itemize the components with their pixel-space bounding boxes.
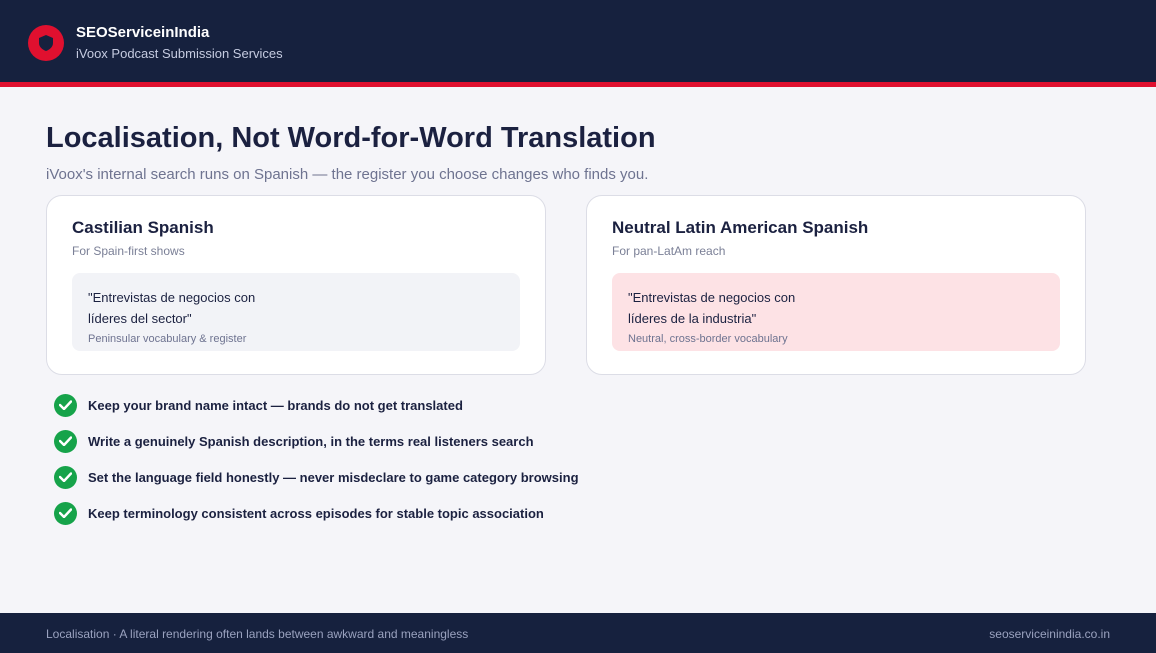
- checklist-item: Keep your brand name intact — brands do …: [54, 393, 579, 417]
- card-title: Castilian Spanish: [72, 218, 214, 237]
- shield-icon: [39, 35, 53, 51]
- example-box: "Entrevistas de negocios con líderes de …: [612, 273, 1060, 351]
- brand-logo[interactable]: [28, 25, 64, 61]
- brand-subtitle: iVoox Podcast Submission Services: [76, 46, 283, 61]
- checklist-item: Set the language field honestly — never …: [54, 465, 579, 489]
- example-quote: "Entrevistas de negocios con líderes de …: [628, 290, 796, 326]
- checklist: Keep your brand name intact — brands do …: [54, 393, 579, 537]
- card-castilian-spanish: Castilian Spanish For Spain-first shows …: [46, 195, 546, 375]
- checklist-item: Write a genuinely Spanish description, i…: [54, 429, 579, 453]
- brand-name: SEOServiceinIndia: [76, 24, 210, 41]
- card-neutral-latam-spanish: Neutral Latin American Spanish For pan-L…: [586, 195, 1086, 375]
- checklist-text: Keep your brand name intact — brands do …: [88, 397, 463, 413]
- checklist-text: Set the language field honestly — never …: [88, 469, 579, 485]
- footer-website-link[interactable]: seoserviceinindia.co.in: [989, 627, 1110, 641]
- example-box: "Entrevistas de negocios con líderes del…: [72, 273, 520, 351]
- card-subtitle: For pan-LatAm reach: [612, 244, 726, 258]
- card-subtitle: For Spain-first shows: [72, 244, 185, 258]
- example-note: Neutral, cross-border vocabulary: [628, 333, 788, 345]
- checklist-text: Write a genuinely Spanish description, i…: [88, 433, 534, 449]
- example-note: Peninsular vocabulary & register: [88, 333, 247, 345]
- check-circle-icon: [54, 429, 77, 453]
- example-quote: "Entrevistas de negocios con líderes del…: [88, 290, 256, 326]
- card-title: Neutral Latin American Spanish: [612, 218, 869, 237]
- header-bar: SEOServiceinIndia iVoox Podcast Submissi…: [0, 0, 1156, 87]
- check-circle-icon: [54, 393, 77, 417]
- page-title: Localisation, Not Word-for-Word Translat…: [46, 122, 656, 154]
- page-subtitle: iVoox's internal search runs on Spanish …: [46, 166, 649, 183]
- checklist-item: Keep terminology consistent across episo…: [54, 501, 579, 525]
- check-circle-icon: [54, 465, 77, 489]
- footer-caption: Localisation · A literal rendering often…: [46, 627, 469, 641]
- footer-bar: Localisation · A literal rendering often…: [0, 613, 1156, 653]
- checklist-text: Keep terminology consistent across episo…: [88, 505, 544, 521]
- check-circle-icon: [54, 501, 77, 525]
